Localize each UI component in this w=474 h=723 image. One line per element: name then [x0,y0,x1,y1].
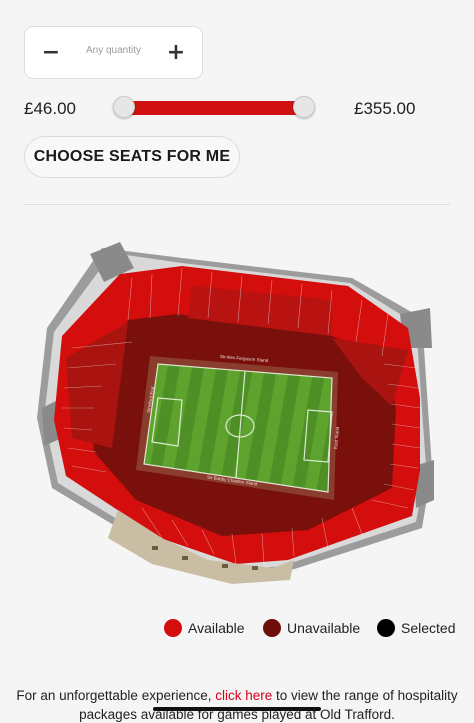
legend-available-label: Available [188,620,245,636]
price-max-label: £355.00 [354,99,416,118]
increase-quantity-button[interactable]: + [162,39,190,67]
price-min-handle[interactable] [113,96,135,118]
legend-unavailable-swatch [263,619,281,637]
hospitality-note-text: For an unforgettable experience, [16,688,216,703]
divider [24,204,450,205]
choose-seats-button[interactable]: CHOOSE SEATS FOR ME [24,136,240,178]
price-max-handle[interactable] [293,96,315,118]
home-indicator [153,707,321,711]
decrease-quantity-button[interactable]: − [37,39,65,67]
price-range-track[interactable] [123,101,306,115]
legend-selected-swatch [377,619,395,637]
legend-unavailable-label: Unavailable [287,620,361,636]
legend-selected-label: Selected [401,620,456,636]
stadium-seat-map[interactable]: Sir Alex Ferguson Stand Sir Bobby Charlt… [32,238,450,586]
price-min-label: £46.00 [24,99,76,118]
quantity-value: Any quantity [85,45,142,56]
legend-available-swatch [164,619,182,637]
hospitality-link[interactable]: click here [215,688,272,703]
quantity-stepper[interactable]: − Any quantity + [24,26,203,79]
hospitality-note: For an unforgettable experience, click h… [0,686,474,723]
